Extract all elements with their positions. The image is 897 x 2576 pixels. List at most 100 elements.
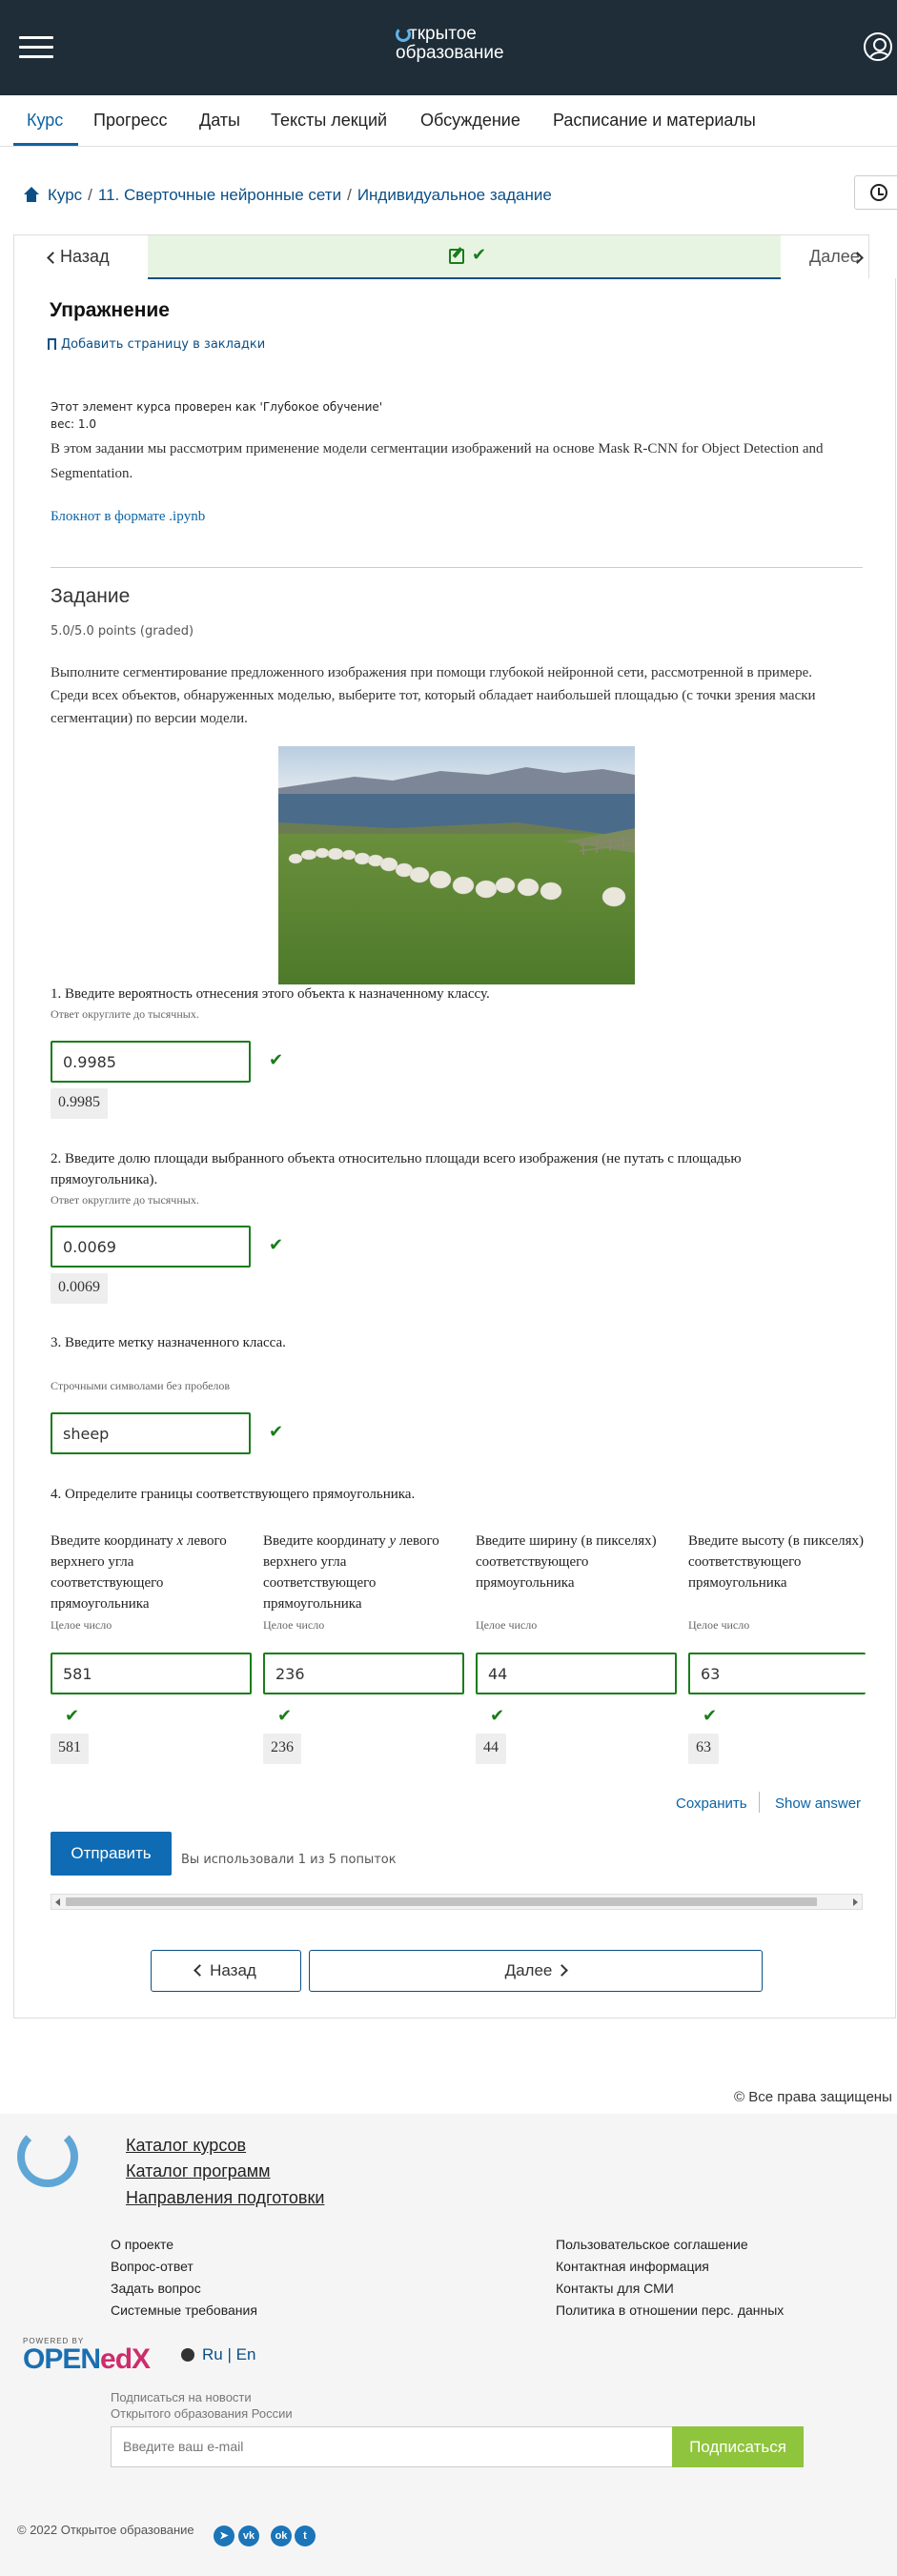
horizontal-scrollbar[interactable] xyxy=(51,1894,863,1910)
correct-check-icon: ✔ xyxy=(269,1235,284,1255)
footer-link-programs[interactable]: Каталог программ xyxy=(126,2161,271,2181)
footer-link-privacy[interactable]: Политика в отношении перс. данных xyxy=(556,2302,784,2318)
action-divider xyxy=(759,1792,760,1813)
logo-ring-icon xyxy=(396,27,411,42)
active-tab-underline xyxy=(13,143,78,146)
tab-schedule-materials[interactable]: Расписание и материалы xyxy=(553,111,756,131)
question-3-hint: Строчными символами без пробелов xyxy=(51,1379,231,1392)
correct-check-icon: ✔ xyxy=(277,1706,293,1726)
scroll-left-arrow-icon[interactable] xyxy=(55,1898,60,1906)
submit-button[interactable]: Отправить xyxy=(51,1832,172,1876)
sequence-nav: Назад ✔ Далее xyxy=(13,234,870,279)
bbox-x-input[interactable]: 581 xyxy=(51,1653,252,1694)
question-1-input[interactable]: 0.9985 xyxy=(51,1041,251,1083)
bbox-y-answer: 236 xyxy=(263,1734,301,1764)
lang-ru[interactable]: Ru xyxy=(202,2345,223,2363)
footer-link-agreement[interactable]: Пользовательское соглашение xyxy=(556,2237,748,2252)
tab-course[interactable]: Курс xyxy=(27,111,63,131)
bookmark-label: Добавить страницу в закладки xyxy=(61,337,266,352)
footer-link-courses[interactable]: Каталог курсов xyxy=(126,2136,246,2156)
footer-link-faq[interactable]: Вопрос-ответ xyxy=(111,2259,194,2274)
course-tabs: Курс Прогресс Даты Тексты лекций Обсужде… xyxy=(0,95,897,147)
footer-logo-icon[interactable] xyxy=(17,2126,78,2187)
chevron-left-icon xyxy=(194,1964,207,1977)
sequence-prev-button[interactable]: Назад xyxy=(14,235,148,278)
openedx-logo[interactable]: POWERED BY OPENedX xyxy=(23,2337,151,2375)
openedx-text-open: OPEN xyxy=(23,2343,101,2375)
footer-link-requirements[interactable]: Системные требования xyxy=(111,2302,257,2318)
correct-check-icon: ✔ xyxy=(269,1422,284,1442)
email-input[interactable]: Введите ваш e-mail xyxy=(111,2426,674,2467)
top-header: ткрытое образование xyxy=(0,0,897,95)
clock-icon xyxy=(870,184,887,201)
divider xyxy=(51,567,863,568)
globe-icon xyxy=(181,2348,194,2362)
breadcrumb-section[interactable]: 11. Сверточные нейронные сети xyxy=(98,186,341,204)
tab-lecture-texts[interactable]: Тексты лекций xyxy=(271,111,387,131)
vk-icon[interactable]: vk xyxy=(238,2525,259,2546)
edit-icon xyxy=(449,249,464,264)
question-1-hint: Ответ округлите до тысячных. xyxy=(51,1007,199,1021)
newsletter-caption: Подписаться на новости Открытого образов… xyxy=(111,2389,293,2422)
tab-progress[interactable]: Прогресс xyxy=(93,111,168,131)
save-button[interactable]: Сохранить xyxy=(676,1795,747,1812)
bbox-x-label: Введите координату x левого верхнего угл… xyxy=(51,1533,227,1612)
breadcrumb-current[interactable]: Индивидуальное задание xyxy=(357,186,552,204)
sequence-unit-tab[interactable]: ✔ xyxy=(148,235,781,279)
footer-link-directions[interactable]: Направления подготовки xyxy=(126,2188,324,2208)
question-1-answer: 0.9985 xyxy=(51,1088,108,1119)
footer-link-contacts[interactable]: Контактная информация xyxy=(556,2259,709,2274)
footer-link-press[interactable]: Контакты для СМИ xyxy=(556,2281,674,2296)
bbox-height-input[interactable]: 63 xyxy=(688,1653,866,1694)
bbox-height-label: Введите высоту (в пикселях) соответствую… xyxy=(688,1533,864,1591)
bbox-y-input[interactable]: 236 xyxy=(263,1653,464,1694)
bookmark-icon xyxy=(48,338,56,350)
telegram-icon[interactable]: ➤ xyxy=(214,2525,234,2546)
deadlines-button[interactable] xyxy=(854,175,897,210)
question-2-answer: 0.0069 xyxy=(51,1273,108,1304)
odnoklassniki-icon[interactable]: ok xyxy=(271,2525,292,2546)
logo-text-line2: образование xyxy=(396,43,504,63)
twitter-icon[interactable]: t xyxy=(295,2525,316,2546)
logo-text-line1: ткрытое xyxy=(409,24,477,44)
subscribe-button[interactable]: Подписаться xyxy=(672,2426,804,2467)
lang-separator: | xyxy=(227,2345,232,2363)
attempts-text: Вы использовали 1 из 5 попыток xyxy=(181,1853,397,1867)
rights-text: © Все права защищены xyxy=(734,2089,892,2105)
home-icon[interactable] xyxy=(23,187,40,202)
sequence-next-button[interactable]: Далее xyxy=(781,235,870,278)
notebook-link[interactable]: Блокнот в формате .ipynb xyxy=(51,509,205,525)
footer-link-about[interactable]: О проекте xyxy=(111,2237,173,2252)
correct-check-icon: ✔ xyxy=(65,1706,80,1726)
chevron-right-icon xyxy=(556,1964,569,1977)
menu-icon[interactable] xyxy=(19,36,53,59)
newsletter-line-1: Подписаться на новости xyxy=(111,2390,252,2404)
lang-en[interactable]: En xyxy=(236,2345,256,2363)
site-logo[interactable]: ткрытое образование xyxy=(396,25,520,71)
bottom-prev-button[interactable]: Назад xyxy=(151,1950,301,1992)
meta-line-1: Этот элемент курса проверен как 'Глубоко… xyxy=(51,400,383,414)
footer-link-ask[interactable]: Задать вопрос xyxy=(111,2281,201,2296)
question-3-text: 3. Введите метку назначенного класса. xyxy=(51,1335,286,1350)
question-4-text: 4. Определите границы соответствующего п… xyxy=(51,1487,416,1502)
bookmark-button[interactable]: Добавить страницу в закладки xyxy=(48,337,265,352)
question-3-input[interactable]: sheep xyxy=(51,1412,251,1454)
bbox-height-hint: Целое число xyxy=(688,1618,750,1632)
question-1-text: 1. Введите вероятность отнесения этого о… xyxy=(51,986,490,1002)
tab-discussion[interactable]: Обсуждение xyxy=(420,111,520,131)
language-switcher: Ru | En xyxy=(181,2345,255,2364)
user-account-icon[interactable] xyxy=(864,32,892,61)
breadcrumb-course[interactable]: Курс xyxy=(48,186,82,204)
newsletter-line-2: Открытого образования России xyxy=(111,2406,293,2421)
sequence-prev-label: Назад xyxy=(60,247,110,266)
scroll-right-arrow-icon[interactable] xyxy=(853,1898,858,1906)
bbox-width-input[interactable]: 44 xyxy=(476,1653,677,1694)
show-answer-button[interactable]: Show answer xyxy=(775,1795,861,1812)
bottom-next-button[interactable]: Далее xyxy=(309,1950,763,1992)
sheep-photo xyxy=(278,746,635,984)
question-2-input[interactable]: 0.0069 xyxy=(51,1226,251,1268)
bbox-width-label: Введите ширину (в пикселях) соответствую… xyxy=(476,1533,657,1591)
problem-title: Задание xyxy=(51,585,131,607)
scrollbar-thumb[interactable] xyxy=(66,1897,817,1906)
tab-dates[interactable]: Даты xyxy=(199,111,240,131)
